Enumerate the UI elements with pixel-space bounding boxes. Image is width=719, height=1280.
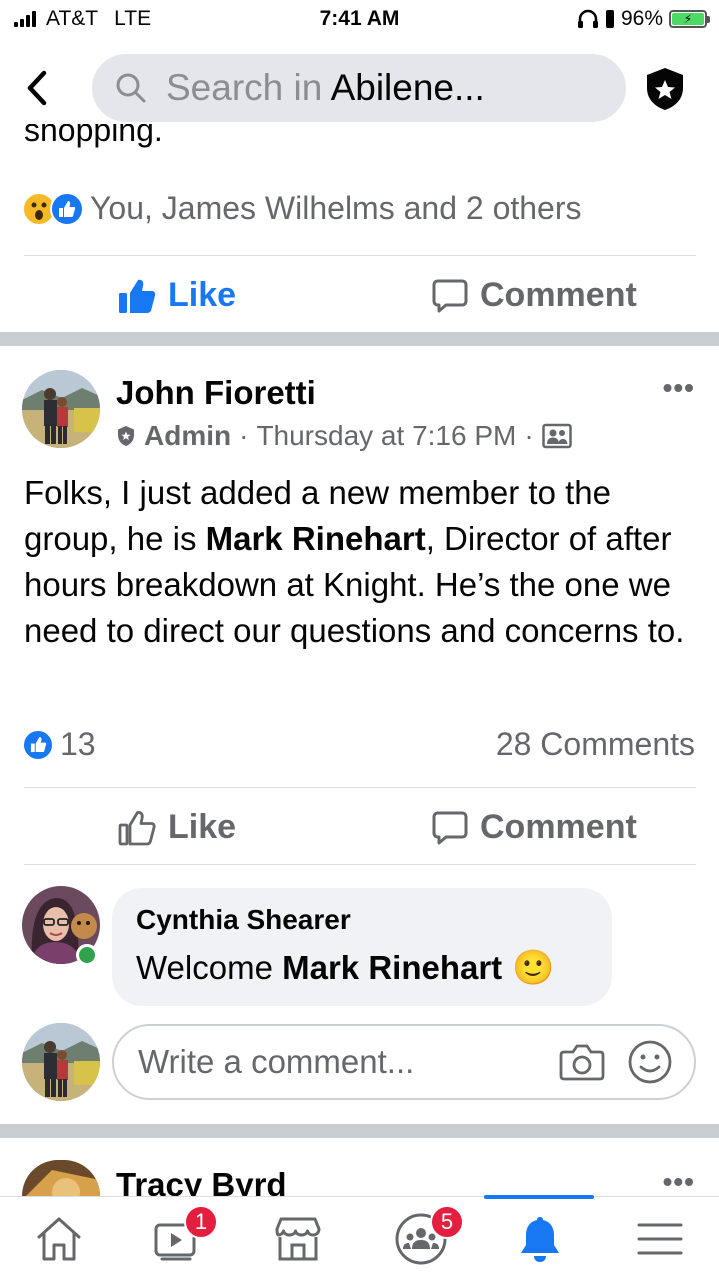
author-role: Admin	[144, 420, 232, 451]
post-more-options-icon[interactable]: •••	[663, 372, 695, 404]
comments-count-link[interactable]: 28 Comments	[496, 726, 695, 763]
comment-author[interactable]: Cynthia Shearer	[136, 904, 588, 936]
slightly-smiling-emoji-icon: 🙂	[512, 949, 555, 987]
admin-badge-icon	[118, 426, 134, 446]
status-bar: AT&T LTE 7:41 AM 96% ⚡	[0, 0, 719, 40]
reactions-summary: You, James Wilhelms and 2 others	[90, 190, 582, 226]
menu-tab-icon[interactable]	[632, 1211, 688, 1267]
like-reaction-icon	[22, 728, 54, 761]
post-more-options-icon[interactable]: •••	[663, 1166, 695, 1198]
active-tab-indicator	[484, 1195, 594, 1199]
battery-percent: 96%	[620, 7, 663, 30]
status-right: 96% ⚡	[577, 7, 710, 31]
like-button[interactable]: Like	[118, 808, 236, 847]
orientation-lock-icon	[605, 10, 614, 28]
meta-separator: ·	[239, 420, 249, 451]
previous-post-reactions[interactable]: You, James Wilhelms and 2 others	[22, 190, 582, 227]
divider	[24, 255, 696, 256]
post-reaction-count[interactable]: 13	[22, 726, 96, 763]
comment-icon	[432, 811, 468, 844]
post-body: Folks, I just added a new member to the …	[24, 474, 685, 649]
comment-button[interactable]: Comment	[432, 276, 637, 315]
feed-separator	[0, 1124, 719, 1138]
headphones-icon	[577, 9, 598, 28]
admin-shield-icon[interactable]	[640, 64, 690, 114]
notifications-tab-icon[interactable]	[512, 1211, 568, 1267]
comment-bubble[interactable]: Cynthia Shearer Welcome Mark Rinehart 🙂	[112, 888, 612, 1006]
write-comment-input[interactable]: Write a comment...	[112, 1024, 696, 1100]
watch-notification-badge: 1	[184, 1205, 218, 1239]
like-reaction-icon	[50, 191, 84, 226]
next-post-author[interactable]: Tracy Byrd	[116, 1166, 287, 1196]
mentioned-member[interactable]: Mark Rinehart	[282, 949, 502, 986]
like-button[interactable]: Like	[118, 276, 236, 315]
thumbs-up-filled-icon	[119, 279, 156, 313]
reaction-icons	[22, 191, 84, 226]
comment-button[interactable]: Comment	[432, 808, 637, 847]
battery-icon: ⚡	[669, 10, 710, 28]
feed-separator	[0, 332, 719, 346]
search-header: Search in Abilene...	[0, 40, 719, 136]
current-user-avatar	[22, 1023, 100, 1101]
author-avatar[interactable]	[22, 370, 100, 448]
post-author-name[interactable]: John Fioretti	[116, 374, 316, 412]
marketplace-tab-icon[interactable]	[270, 1211, 326, 1267]
divider	[24, 787, 696, 788]
group-audience-icon	[541, 423, 572, 449]
like-count: 13	[60, 726, 96, 762]
comment-text: Welcome Mark Rinehart 🙂	[136, 949, 555, 987]
groups-notification-badge: 5	[430, 1205, 464, 1239]
bottom-tab-bar: 1 5	[0, 1195, 719, 1280]
next-author-avatar[interactable]	[22, 1160, 100, 1196]
mentioned-member[interactable]: Mark Rinehart	[206, 520, 426, 557]
search-icon	[116, 73, 146, 103]
post-meta: Admin · Thursday at 7:16 PM ·	[116, 420, 572, 452]
home-tab-icon[interactable]	[31, 1211, 87, 1267]
post-timestamp[interactable]: Thursday at 7:16 PM	[256, 420, 516, 452]
search-placeholder: Search in Abilene...	[166, 67, 485, 108]
divider	[24, 864, 696, 865]
write-comment-placeholder: Write a comment...	[138, 1043, 415, 1080]
camera-icon[interactable]	[558, 1038, 606, 1086]
chevron-left-icon[interactable]	[22, 70, 52, 106]
comment-icon	[432, 279, 468, 312]
thumbs-up-outline-icon	[118, 810, 156, 845]
meta-separator: ·	[524, 420, 534, 451]
group-search-input[interactable]: Search in Abilene...	[92, 54, 626, 122]
emoji-icon[interactable]	[626, 1038, 674, 1086]
previous-post-text: shopping.	[24, 124, 163, 148]
online-status-indicator	[76, 944, 98, 966]
